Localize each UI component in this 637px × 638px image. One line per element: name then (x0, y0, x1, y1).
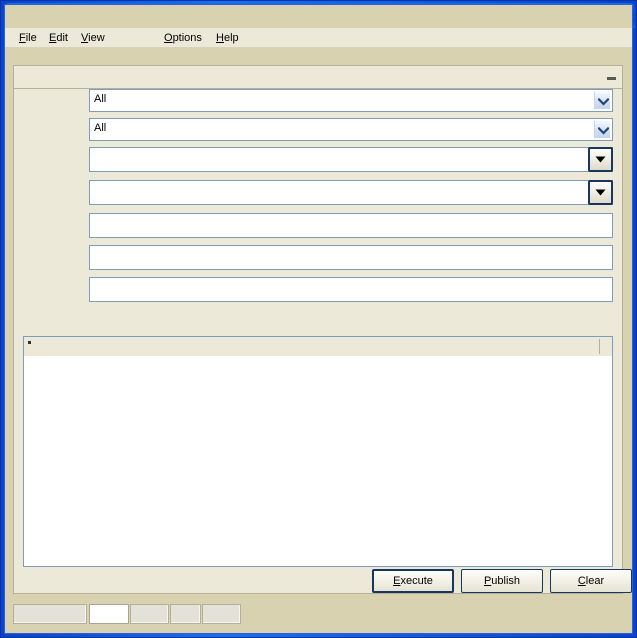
clear-button-label: lear (585, 575, 605, 587)
chevron-down-icon[interactable] (594, 120, 611, 139)
combo-box-1[interactable]: All (89, 89, 613, 112)
dropdown-arrow-button[interactable] (588, 180, 613, 205)
text-input-1[interactable] (89, 213, 613, 238)
execute-button[interactable]: Execute (372, 569, 454, 593)
grid-header-marker-icon (28, 341, 31, 344)
menu-item-edit[interactable]: Edit (45, 31, 72, 46)
form-label-4 (22, 184, 84, 198)
query-group-panel: All All Execute Publish Clear (13, 65, 632, 595)
form-label-5 (22, 217, 84, 231)
menu-item-help[interactable]: Help (212, 31, 243, 46)
dropdown-arrow-button[interactable] (588, 147, 613, 172)
client-area: All All Execute Publish Clear (5, 48, 632, 633)
clear-button[interactable]: Clear (550, 569, 632, 593)
results-grid-header (24, 337, 612, 357)
menu-mnemonic-options: O (164, 32, 173, 44)
triangle-down-icon (595, 156, 606, 163)
application-window: File Edit View Options Help All All Exec… (0, 0, 637, 638)
menu-label-options: ptions (172, 32, 202, 44)
group-panel-header (14, 66, 622, 89)
status-bar (13, 604, 623, 624)
results-grid-body[interactable] (24, 356, 612, 566)
execute-button-label: xecute (400, 575, 433, 587)
grid-column-separator (599, 339, 600, 354)
form-row: All (14, 118, 622, 142)
status-panel-1[interactable] (13, 604, 87, 624)
form-label-3 (22, 151, 84, 165)
form-field-7-wrap (89, 277, 613, 302)
form-row: All (14, 89, 622, 113)
menu-label-help: elp (223, 32, 239, 44)
text-input-3[interactable] (89, 277, 613, 302)
menu-label-edit: dit (56, 32, 68, 44)
form-label-1 (22, 93, 84, 107)
form-field-4-wrap (89, 180, 613, 205)
combo-box-1-value: All (94, 93, 107, 105)
status-panel-5[interactable] (202, 604, 241, 624)
status-panel-3[interactable] (130, 604, 169, 624)
form-row (14, 180, 622, 205)
results-grid[interactable] (23, 336, 613, 567)
form-label-6 (22, 249, 84, 263)
combo-box-2-value: All (94, 122, 107, 134)
menu-item-file[interactable]: File (15, 31, 41, 46)
menu-label-file: ile (25, 32, 37, 44)
combo-box-4[interactable] (89, 180, 613, 205)
menu-mnemonic-help: H (216, 32, 224, 44)
text-input-2[interactable] (89, 245, 613, 270)
menu-label-view: iew (88, 32, 105, 44)
form-field-3-wrap (89, 147, 613, 172)
collapse-panel-button[interactable] (607, 73, 616, 81)
menu-mnemonic-file: F (19, 32, 26, 44)
status-panel-2[interactable] (89, 604, 129, 624)
form-label-7 (22, 281, 84, 295)
form-field-5-wrap (89, 213, 613, 238)
collapse-dash-icon (607, 77, 616, 80)
publish-button[interactable]: Publish (461, 569, 543, 593)
form-row (14, 213, 622, 238)
form-field-1-wrap: All (89, 89, 613, 112)
menu-item-view[interactable]: View (77, 31, 109, 46)
action-button-row: Execute Publish Clear (14, 569, 632, 595)
form-label-2 (22, 122, 84, 136)
combo-box-2[interactable]: All (89, 118, 613, 141)
menu-bar: File Edit View Options Help (5, 28, 632, 48)
combo-box-3[interactable] (89, 147, 613, 172)
triangle-down-icon (595, 189, 606, 196)
chevron-down-icon[interactable] (594, 91, 611, 110)
form-field-2-wrap: All (89, 118, 613, 141)
form-row (14, 277, 622, 302)
form-field-6-wrap (89, 245, 613, 270)
menu-item-options[interactable]: Options (160, 31, 206, 46)
form-row (14, 245, 622, 270)
form-row (14, 147, 622, 172)
clear-button-mnemonic: C (577, 575, 586, 587)
form-area: All All (14, 89, 622, 331)
publish-button-label: ublish (491, 575, 521, 587)
status-panel-4[interactable] (170, 604, 201, 624)
